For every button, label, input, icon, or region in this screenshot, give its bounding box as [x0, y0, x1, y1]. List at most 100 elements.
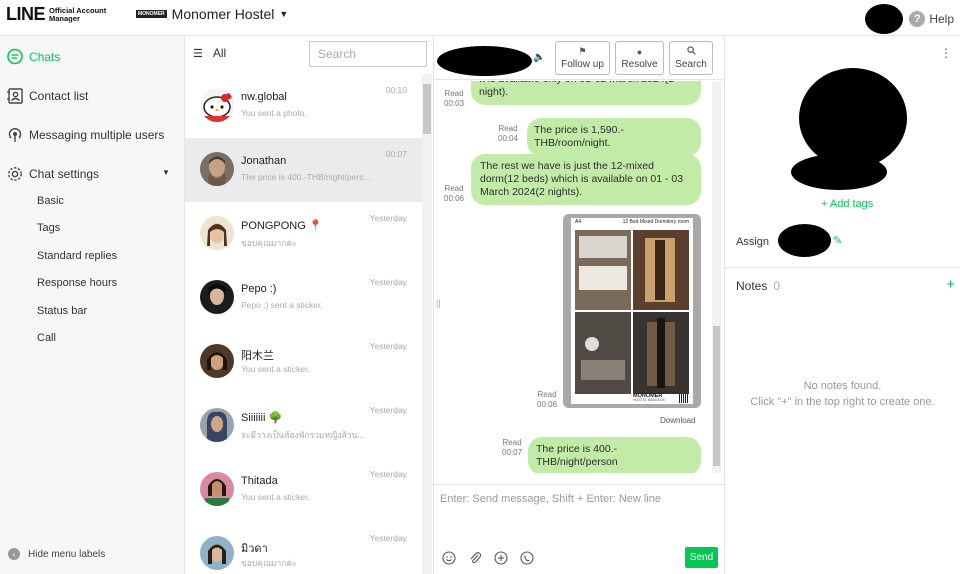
message-preview: จะมีว่างเป็นห้องพักรวมหญิงล้วน...: [241, 430, 365, 440]
contact-name: มิวดา: [241, 543, 268, 555]
contact-avatar: [200, 536, 234, 570]
message-preview: ขอบคุณมากค่ะ: [241, 558, 297, 568]
message-meta: Read 00:06: [444, 184, 465, 203]
sidebar: Chats Contact list Messaging multiple us…: [0, 36, 185, 574]
resize-handle-icon[interactable]: ||: [436, 298, 441, 308]
contact-name: PONGPONG 📍: [241, 220, 323, 232]
contact-avatar: [200, 280, 234, 314]
chat-filter-label: All: [212, 46, 227, 60]
help-icon[interactable]: ?: [909, 11, 926, 27]
check-bubble-icon: ●: [636, 46, 643, 57]
message-meta: Read 00:03: [444, 89, 465, 108]
photo-brand-sub: HOSTEL BANGKOK: [633, 398, 666, 402]
contact-avatar: [200, 216, 234, 250]
account-name: Monomer Hostel: [171, 6, 275, 22]
message-time: Yesterday: [369, 277, 408, 287]
photo-download-link[interactable]: Download: [660, 416, 696, 425]
contact-book-icon: [6, 87, 24, 105]
add-note-icon[interactable]: +: [946, 276, 955, 293]
chat-scrollbar[interactable]: [712, 81, 721, 473]
sidebar-item-label: Chat settings: [29, 167, 100, 181]
contact-name: 阳木兰: [241, 350, 274, 362]
sidebar-subitem-tags[interactable]: Tags: [37, 222, 60, 234]
message-meta: Read 00:04: [498, 124, 519, 143]
logo-subtitle: Official Account Manager: [49, 5, 107, 23]
message-time: Yesterday: [369, 213, 408, 223]
conversation-item[interactable]: มิวดา ขอบคุณมากค่ะ Yesterday: [185, 522, 422, 574]
scrollbar-thumb[interactable]: [423, 84, 431, 134]
search-icon: [686, 46, 696, 57]
message-composer[interactable]: Enter: Send message, Shift + Enter: New …: [434, 484, 725, 574]
sidebar-item-label: Messaging multiple users: [29, 128, 165, 142]
conversation-item[interactable]: Jonathan The price is 400.-THB/night/per…: [185, 138, 422, 202]
contact-name: nw.global: [241, 91, 287, 103]
follow-up-label: Follow up: [561, 59, 604, 70]
flag-icon: ⚑: [578, 46, 587, 56]
sidebar-subitem-response-hours[interactable]: Response hours: [37, 277, 117, 289]
emoji-icon[interactable]: [442, 551, 456, 565]
speaker-icon[interactable]: 🔈: [533, 52, 545, 63]
more-options-icon[interactable]: ⋮: [940, 46, 952, 60]
pencil-icon[interactable]: ✎: [833, 234, 842, 247]
assignee-redacted[interactable]: [778, 224, 831, 257]
conversation-item[interactable]: Siiiiiii 🌳 จะมีว่างเป็นห้องพักรวมหญิงล้ว…: [185, 394, 422, 458]
sidebar-subitem-status-bar[interactable]: Status bar: [37, 305, 87, 317]
attachment-icon[interactable]: [468, 551, 482, 565]
line-oa-logo[interactable]: LINE Official Account Manager: [6, 4, 106, 25]
conversation-item[interactable]: Thitada You sent a sticker. Yesterday: [185, 458, 422, 522]
notes-heading: Notes 0: [736, 279, 781, 293]
message-input[interactable]: Enter: Send message, Shift + Enter: New …: [440, 493, 661, 505]
sidebar-item-chat-settings[interactable]: Chat settings ▼: [6, 165, 176, 183]
account-switcher[interactable]: MONOMER Monomer Hostel ▼: [136, 6, 288, 22]
message-meta: Read 00:07: [502, 438, 523, 457]
notes-count: 0: [773, 279, 781, 293]
sidebar-subitem-call[interactable]: Call: [37, 332, 56, 344]
message-bubble: The price is 1,590.-THB/room/night.: [527, 118, 701, 156]
hide-menu-labels-text: Hide menu labels: [28, 548, 106, 560]
hide-menu-labels-button[interactable]: ‹ Hide menu labels: [8, 548, 105, 560]
search-button[interactable]: Search: [669, 41, 713, 75]
qr-code-icon: [679, 394, 688, 403]
whatsapp-call-icon[interactable]: [520, 551, 534, 565]
message-time: Yesterday: [369, 341, 408, 351]
help-link[interactable]: Help: [929, 12, 954, 26]
message-bubble: The rest we have is just the 12-mixed do…: [471, 154, 701, 205]
conversation-item[interactable]: Pepo :) Pepo :) sent a sticker. Yesterda…: [185, 266, 422, 330]
photo-message[interactable]: A4 12 Bed Mixed Dormitory room MONOMER H…: [563, 214, 701, 408]
send-button[interactable]: Send: [685, 547, 718, 568]
contact-avatar: [200, 408, 234, 442]
conversation-item[interactable]: nw.global You sent a photo. 00:10: [185, 74, 422, 138]
sidebar-item-messaging-multiple-users[interactable]: Messaging multiple users: [6, 126, 164, 144]
add-content-icon[interactable]: [494, 551, 508, 565]
sidebar-item-chats[interactable]: Chats: [6, 48, 60, 66]
chat-search-input[interactable]: Search: [309, 41, 427, 67]
chat-filter-dropdown[interactable]: ☰ All: [193, 46, 226, 60]
photo-caption-right: 12 Bed Mixed Dormitory room: [622, 219, 689, 225]
contact-name: Siiiiiii 🌳: [241, 412, 283, 424]
message-time: Yesterday: [369, 469, 408, 479]
logo-wordmark: LINE: [6, 4, 46, 24]
message-meta: Read 00:06: [537, 390, 558, 409]
resolve-button[interactable]: ● Resolve: [615, 41, 664, 75]
search-label: Search: [675, 59, 707, 70]
sidebar-subitem-basic[interactable]: Basic: [37, 195, 64, 207]
assign-label: Assign: [736, 236, 770, 248]
contact-name: Thitada: [241, 475, 278, 487]
sidebar-item-contact-list[interactable]: Contact list: [6, 87, 88, 105]
contact-name: Jonathan: [241, 155, 287, 167]
scrollbar-thumb[interactable]: [713, 326, 720, 466]
chat-list-scrollbar[interactable]: [422, 74, 432, 574]
message-bubble: The price is 400.-THB/night/person: [528, 437, 701, 473]
message-preview: You sent a sticker.: [241, 364, 310, 374]
message-preview: You sent a photo.: [241, 108, 307, 118]
follow-up-button[interactable]: ⚑ Follow up: [555, 41, 610, 75]
sidebar-subitem-standard-replies[interactable]: Standard replies: [37, 250, 117, 262]
user-avatar-redacted[interactable]: [865, 4, 904, 34]
conversation-item[interactable]: 阳木兰 You sent a sticker. Yesterday: [185, 330, 422, 394]
message-preview: The price is 400.-THB/night/pers...: [241, 172, 371, 182]
dorm-photo-collage: A4 12 Bed Mixed Dormitory room MONOMER H…: [571, 218, 693, 404]
sidebar-item-label: Chats: [29, 50, 61, 64]
conversation-item[interactable]: PONGPONG 📍 ขอบคุณมากค่ะ Yesterday: [185, 202, 422, 266]
contact-avatar: [200, 344, 234, 378]
add-tags-button[interactable]: + Add tags: [821, 198, 873, 210]
